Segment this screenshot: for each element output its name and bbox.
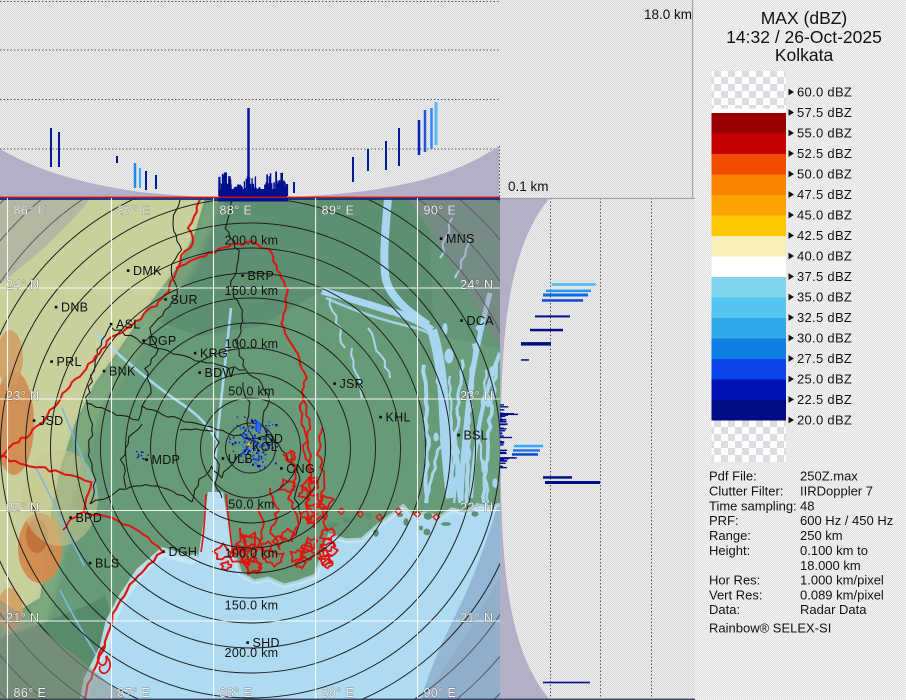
svg-text:22.5 dBZ: 22.5 dBZ bbox=[797, 392, 852, 407]
svg-text:22° N: 22° N bbox=[460, 501, 493, 515]
svg-text:100.0 km: 100.0 km bbox=[225, 337, 279, 351]
svg-text:86° E: 86° E bbox=[14, 204, 47, 218]
svg-text:Time sampling:: Time sampling: bbox=[709, 499, 797, 514]
svg-text:PRL: PRL bbox=[57, 355, 82, 369]
svg-text:Vert Res:: Vert Res: bbox=[709, 588, 762, 603]
svg-text:48: 48 bbox=[800, 499, 814, 514]
svg-text:23° N: 23° N bbox=[6, 389, 39, 403]
svg-text:Rainbow® SELEX-SI: Rainbow® SELEX-SI bbox=[709, 621, 831, 636]
svg-text:27.5 dBZ: 27.5 dBZ bbox=[797, 351, 852, 366]
svg-text:Kolkata: Kolkata bbox=[775, 45, 834, 65]
svg-text:45.0 dBZ: 45.0 dBZ bbox=[797, 208, 852, 223]
svg-text:PRF:: PRF: bbox=[709, 513, 739, 528]
svg-text:14:32 / 26-Oct-2025: 14:32 / 26-Oct-2025 bbox=[726, 27, 882, 47]
svg-text:0.100 km to: 0.100 km to bbox=[800, 543, 868, 558]
svg-text:88° E: 88° E bbox=[220, 686, 253, 700]
svg-text:47.5 dBZ: 47.5 dBZ bbox=[797, 187, 852, 202]
svg-text:MAX (dBZ): MAX (dBZ) bbox=[761, 8, 848, 28]
svg-text:32.5 dBZ: 32.5 dBZ bbox=[797, 310, 852, 325]
svg-text:89° E: 89° E bbox=[322, 686, 355, 700]
svg-text:100.0 km: 100.0 km bbox=[225, 547, 279, 561]
svg-text:20.0 dBZ: 20.0 dBZ bbox=[797, 413, 852, 428]
svg-text:IIRDoppler 7: IIRDoppler 7 bbox=[800, 484, 873, 499]
svg-text:DNB: DNB bbox=[61, 301, 88, 315]
svg-text:24° N: 24° N bbox=[460, 278, 493, 292]
svg-text:MDP: MDP bbox=[152, 453, 181, 467]
svg-text:21° N: 21° N bbox=[6, 611, 39, 625]
svg-text:KHL: KHL bbox=[386, 411, 411, 425]
svg-text:25.0 dBZ: 25.0 dBZ bbox=[797, 372, 852, 387]
svg-text:35.0 dBZ: 35.0 dBZ bbox=[797, 290, 852, 305]
svg-text:DCA: DCA bbox=[467, 314, 495, 328]
svg-text:200.0 km: 200.0 km bbox=[225, 234, 279, 248]
svg-text:90° E: 90° E bbox=[424, 686, 457, 700]
svg-text:KRG: KRG bbox=[200, 347, 228, 361]
svg-text:0.1 km: 0.1 km bbox=[508, 179, 549, 194]
svg-text:JSD: JSD bbox=[39, 414, 64, 428]
svg-text:18.0 km: 18.0 km bbox=[644, 7, 692, 22]
svg-text:ASL: ASL bbox=[116, 318, 141, 332]
svg-text:CNG: CNG bbox=[286, 462, 315, 476]
svg-text:150.0 km: 150.0 km bbox=[225, 599, 279, 613]
svg-text:Range:: Range: bbox=[709, 528, 751, 543]
svg-text:60.0 dBZ: 60.0 dBZ bbox=[797, 85, 852, 100]
svg-text:Hor Res:: Hor Res: bbox=[709, 573, 760, 588]
svg-text:40.0 dBZ: 40.0 dBZ bbox=[797, 249, 852, 264]
svg-text:50.0 km: 50.0 km bbox=[228, 385, 275, 399]
svg-text:86° E: 86° E bbox=[14, 686, 47, 700]
svg-text:57.5 dBZ: 57.5 dBZ bbox=[797, 105, 852, 120]
svg-text:23° N: 23° N bbox=[460, 389, 493, 403]
svg-text:18.000 km: 18.000 km bbox=[800, 558, 861, 573]
svg-text:BPD: BPD bbox=[76, 511, 103, 525]
svg-text:DMK: DMK bbox=[133, 264, 162, 278]
svg-text:21° N: 21° N bbox=[460, 611, 493, 625]
svg-text:1.000 km/pixel: 1.000 km/pixel bbox=[800, 573, 884, 588]
svg-text:BSL: BSL bbox=[464, 429, 489, 443]
svg-text:SHD: SHD bbox=[253, 636, 280, 650]
svg-text:90° E: 90° E bbox=[424, 204, 457, 218]
svg-text:250 km: 250 km bbox=[800, 528, 843, 543]
svg-text:BLS: BLS bbox=[95, 557, 120, 571]
svg-text:250Z.max: 250Z.max bbox=[800, 469, 858, 484]
svg-text:55.0 dBZ: 55.0 dBZ bbox=[797, 126, 852, 141]
svg-text:600 Hz / 450 Hz: 600 Hz / 450 Hz bbox=[800, 513, 893, 528]
svg-text:24° N: 24° N bbox=[6, 278, 39, 292]
svg-text:Radar Data: Radar Data bbox=[800, 602, 867, 617]
svg-text:87° E: 87° E bbox=[118, 204, 151, 218]
svg-text:88° E: 88° E bbox=[220, 204, 253, 218]
svg-text:Clutter Filter:: Clutter Filter: bbox=[709, 484, 783, 499]
svg-text:DGP: DGP bbox=[149, 334, 177, 348]
svg-text:KOL: KOL bbox=[252, 440, 278, 454]
svg-text:JSR: JSR bbox=[340, 377, 365, 391]
svg-text:Height:: Height: bbox=[709, 543, 750, 558]
svg-text:87° E: 87° E bbox=[118, 686, 151, 700]
svg-text:BNK: BNK bbox=[109, 365, 136, 379]
svg-text:SUR: SUR bbox=[171, 293, 198, 307]
svg-text:MNS: MNS bbox=[446, 232, 475, 246]
svg-text:150.0 km: 150.0 km bbox=[225, 284, 279, 298]
svg-text:50.0 dBZ: 50.0 dBZ bbox=[797, 167, 852, 182]
svg-text:22° N: 22° N bbox=[6, 501, 39, 515]
svg-text:89° E: 89° E bbox=[322, 204, 355, 218]
svg-text:50.0 km: 50.0 km bbox=[228, 498, 275, 512]
svg-text:DGH: DGH bbox=[169, 545, 198, 559]
svg-text:BDW: BDW bbox=[205, 366, 235, 380]
svg-text:37.5 dBZ: 37.5 dBZ bbox=[797, 269, 852, 284]
svg-text:30.0 dBZ: 30.0 dBZ bbox=[797, 331, 852, 346]
svg-text:42.5 dBZ: 42.5 dBZ bbox=[797, 228, 852, 243]
svg-text:ULB: ULB bbox=[228, 452, 253, 466]
svg-text:Pdf File:: Pdf File: bbox=[709, 469, 757, 484]
svg-text:Data:: Data: bbox=[709, 602, 740, 617]
svg-text:BRP: BRP bbox=[248, 269, 275, 283]
svg-text:0.089 km/pixel: 0.089 km/pixel bbox=[800, 588, 884, 603]
svg-text:52.5 dBZ: 52.5 dBZ bbox=[797, 146, 852, 161]
